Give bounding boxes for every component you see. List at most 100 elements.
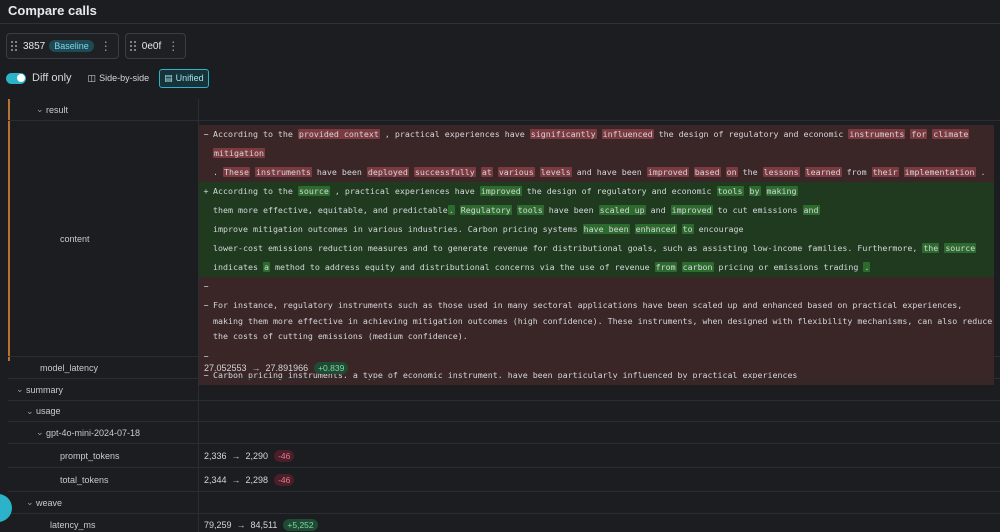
- diff-highlight: These: [223, 167, 250, 177]
- diff-highlight: significantly: [529, 129, 597, 139]
- value-from: 2,344: [204, 474, 227, 485]
- call-chips: 3857 Baseline ⋮ 0e0f ⋮: [6, 33, 187, 59]
- compare-table: ⌄ result content − According to the prov…: [8, 99, 1000, 532]
- row-key: latency_ms: [50, 519, 96, 530]
- page-title: Compare calls: [8, 3, 97, 18]
- table-row[interactable]: total_tokens 2,344 → 2,298 -46: [8, 468, 1000, 492]
- diff-highlight: based: [693, 167, 721, 177]
- diff-highlight: various: [497, 167, 535, 177]
- diff-highlight: mitigation: [213, 148, 265, 158]
- value-from: 79,259: [204, 519, 232, 530]
- drag-handle-icon[interactable]: [129, 41, 138, 51]
- row-key: result: [46, 104, 69, 115]
- more-options-icon[interactable]: ⋮: [100, 40, 112, 52]
- diff-highlight: source: [944, 243, 977, 253]
- value-to: 2,290: [245, 450, 269, 461]
- more-options-icon[interactable]: ⋮: [167, 40, 179, 52]
- side-by-side-button[interactable]: ◫ Side-by-side: [84, 70, 154, 87]
- diff-highlight: improved: [646, 167, 689, 177]
- diff-highlight: .: [447, 205, 455, 215]
- table-row[interactable]: latency_ms 79,259 → 84,511 +5,252: [8, 514, 1000, 532]
- row-key: total_tokens: [60, 474, 109, 485]
- diff-highlight: their: [871, 167, 899, 177]
- chevron-down-icon[interactable]: ⌄: [26, 497, 36, 508]
- chevron-down-icon[interactable]: ⌄: [36, 427, 46, 438]
- chevron-down-icon[interactable]: ⌄: [16, 384, 26, 395]
- diff-highlight: the: [922, 243, 940, 253]
- row-key: weave: [36, 497, 63, 508]
- table-row[interactable]: ⌄ summary: [8, 379, 1000, 401]
- row-key: prompt_tokens: [60, 450, 120, 461]
- diff-highlight: tools: [516, 205, 544, 215]
- diff-highlight: provided context: [297, 129, 380, 139]
- call-chip-baseline[interactable]: 3857 Baseline ⋮: [6, 33, 119, 59]
- table-row[interactable]: ⌄ result: [8, 99, 1000, 121]
- delta-badge: +5,252: [283, 518, 318, 531]
- diff-highlight: at: [480, 167, 493, 177]
- diff-highlight: have been: [582, 224, 630, 234]
- diff-highlight: enhanced: [634, 224, 677, 234]
- diff-highlight: learned: [804, 167, 842, 177]
- call-chip-compare[interactable]: 0e0f ⋮: [124, 33, 187, 59]
- diff-highlight: to: [681, 224, 694, 234]
- columns-icon: ◫: [87, 72, 97, 83]
- diff-line-added: them more effective, equitable, and pred…: [199, 201, 994, 220]
- diff-highlight: lessons: [762, 167, 800, 177]
- unified-button[interactable]: ▤ Unified: [159, 68, 209, 88]
- diff-highlight: for: [910, 129, 928, 139]
- diff-highlight: from: [654, 262, 677, 272]
- diff-line-removed: −: [199, 277, 994, 296]
- diff-highlight: Regulatory: [459, 205, 512, 215]
- table-row[interactable]: prompt_tokens 2,336 → 2,290 -46: [8, 444, 1000, 468]
- chevron-down-icon[interactable]: ⌄: [36, 104, 46, 115]
- delta-badge: -46: [274, 449, 295, 462]
- drag-handle-icon[interactable]: [11, 41, 19, 51]
- diff-line-added: lower-cost emissions reduction measures …: [199, 239, 994, 258]
- diff-highlight: making: [765, 186, 798, 196]
- diff-toolbar: Diff only ◫ Side-by-side ▤ Unified: [6, 68, 209, 88]
- arrow-right-icon: →: [251, 362, 261, 373]
- value-from: 27.052553: [204, 362, 247, 373]
- diff-highlight: scaled up: [598, 205, 646, 215]
- table-row[interactable]: model_latency 27.052553 → 27.891966 +0.8…: [8, 357, 1000, 379]
- table-row[interactable]: ⌄ usage: [8, 401, 1000, 422]
- call-id: 3857: [23, 40, 46, 52]
- diff-line-removed: − According to the provided context , pr…: [199, 125, 994, 163]
- diff-line-removed: − For instance, regulatory instruments s…: [199, 296, 994, 347]
- content-diff: − According to the provided context , pr…: [199, 121, 1000, 385]
- row-key: content: [60, 233, 90, 244]
- row-key: gpt-4o-mini-2024-07-18: [46, 427, 141, 438]
- unified-icon: ▤: [164, 72, 173, 83]
- diff-highlight: successfully: [413, 167, 476, 177]
- baseline-badge: Baseline: [49, 40, 94, 52]
- diff-line-added: indicates a method to address equity and…: [199, 258, 994, 277]
- chevron-down-icon[interactable]: ⌄: [26, 406, 36, 417]
- value-to: 27.891966: [265, 362, 309, 373]
- value-to: 84,511: [250, 519, 278, 530]
- diff-highlight: .: [863, 262, 871, 272]
- diff-highlight: implementation: [903, 167, 976, 177]
- table-row[interactable]: ⌄ gpt-4o-mini-2024-07-18: [8, 422, 1000, 444]
- page-header: Compare calls: [0, 0, 1000, 24]
- diff-highlight: improved: [670, 205, 713, 215]
- row-key: model_latency: [40, 362, 99, 373]
- table-row[interactable]: ⌄ weave: [8, 492, 1000, 514]
- diff-highlight: a: [262, 262, 270, 272]
- diff-highlight: levels: [539, 167, 572, 177]
- diff-line-removed: . These instruments have been deployed s…: [199, 163, 994, 182]
- value-to: 2,298: [245, 474, 269, 485]
- diff-only-label: Diff only: [32, 72, 72, 84]
- diff-highlight: source: [297, 186, 330, 196]
- table-row[interactable]: content − According to the provided cont…: [8, 121, 1000, 385]
- diff-highlight: instruments: [848, 129, 906, 139]
- call-id: 0e0f: [141, 40, 162, 52]
- diff-highlight: on: [725, 167, 738, 177]
- diff-line-added: improve mitigation outcomes in various i…: [199, 220, 994, 239]
- row-key: usage: [36, 406, 61, 416]
- diff-highlight: tools: [716, 186, 744, 196]
- row-key: summary: [26, 384, 64, 395]
- diff-only-toggle[interactable]: [6, 72, 26, 84]
- diff-highlight: carbon: [681, 262, 714, 272]
- arrow-right-icon: →: [231, 474, 241, 485]
- diff-line-added: + According to the source , practical ex…: [199, 182, 994, 201]
